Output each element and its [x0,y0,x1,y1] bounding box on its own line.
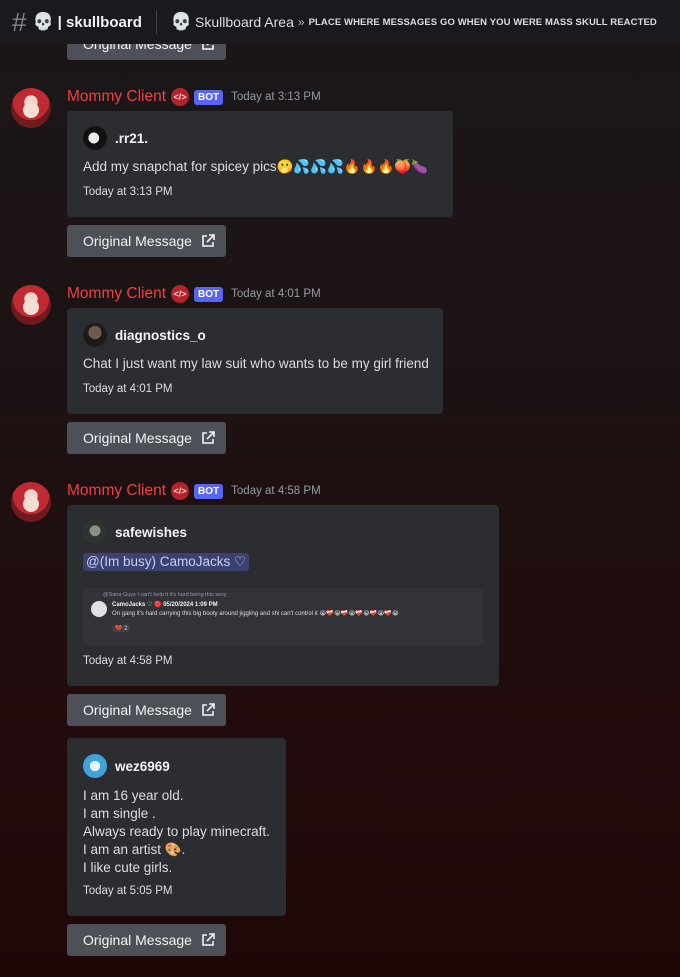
embed-footer: Today at 4:58 PM [83,655,173,667]
embed-author-name[interactable]: safewishes [115,525,187,540]
external-link-icon [202,933,215,946]
embed-author-name[interactable]: .rr21. [115,131,148,146]
embed-author-name[interactable]: wez6969 [115,759,170,774]
button-label: Original Message [83,932,192,948]
embed: wez6969 I am 16 year old. I am single . … [67,738,286,916]
external-link-icon [202,234,215,247]
message-header: Mommy Client </> BOT Today at 4:58 PM [67,482,321,500]
channel-topic[interactable]: PLACE WHERE MESSAGES GO WHEN YOU WERE MA… [309,17,657,28]
embed-text-line: I like cute girls. [83,860,173,875]
embed-text: Chat I just want my law suit who wants t… [83,356,429,371]
embed: .rr21. Add my snapchat for spicey pics🫢💦… [67,111,453,217]
author-name[interactable]: Mommy Client [67,285,166,303]
quoted-message-image[interactable]: @Sana Guys I can't help it it's hard bei… [83,588,483,646]
button-label: Original Message [83,233,192,249]
quoted-reaction: 💔 2 [112,625,131,632]
embed: diagnostics_o Chat I just want my law su… [67,308,443,414]
header-divider [155,10,157,34]
embed-text: Add my snapchat for spicey pics🫢💦💦💦🔥🔥🔥🍑🍆 [83,159,428,174]
embed-footer: Today at 4:01 PM [83,383,173,395]
topic-separator: » [297,15,305,29]
channel-header: # 💀 | skullboard 💀 Skullboard Area » PLA… [0,0,680,44]
skull-icon: 💀 [32,12,54,31]
skull-icon: 💀 [170,12,193,31]
role-icon: </> [171,482,190,500]
embed-author-avatar [83,754,107,778]
role-icon: </> [171,285,190,303]
embed-author-avatar [83,520,107,544]
timestamp: Today at 4:01 PM [231,288,321,300]
quoted-author: CamoJacks ♡ 🔴 05/20/2024 1:09 PM [112,602,218,608]
embed-author: .rr21. [83,126,148,150]
embed-author-name[interactable]: diagnostics_o [115,328,206,343]
embed-author: safewishes [83,520,187,544]
original-message-button[interactable]: Original Message [67,422,226,454]
original-message-button[interactable]: Original Message [67,225,226,257]
button-label: Original Message [83,702,192,718]
embed-footer: Today at 5:05 PM [83,885,173,897]
author-name[interactable]: Mommy Client [67,482,166,500]
embed-footer: Today at 3:13 PM [83,186,173,198]
bot-tag: BOT [194,89,224,105]
message-header: Mommy Client </> BOT Today at 4:01 PM [67,285,321,303]
author-name[interactable]: Mommy Client [67,88,166,106]
button-label: Original Message [83,430,192,446]
embed: safewishes @(Im busy) CamoJacks ♡ @Sana … [67,505,499,686]
avatar[interactable] [11,285,51,325]
quoted-text: On gang it's hard carrying this big boot… [112,611,399,617]
embed-text-line: I am 16 year old. [83,788,184,803]
embed-author-avatar [83,323,107,347]
avatar[interactable] [11,88,51,128]
embed-text-line: I am an artist 🎨. [83,842,186,857]
original-message-button[interactable]: Original Message [67,694,226,726]
quoted-reply-line: @Sana Guys I can't help it it's hard bei… [103,592,227,598]
user-mention[interactable]: @(Im busy) CamoJacks ♡ [83,553,250,571]
bot-tag: BOT [194,286,224,302]
bot-tag: BOT [194,483,224,499]
message-header: Mommy Client </> BOT Today at 3:13 PM [67,88,321,106]
embed-author-avatar [83,126,107,150]
timestamp: Today at 4:58 PM [231,485,321,497]
external-link-icon [202,431,215,444]
embed-text-line: Always ready to play minecraft. [83,824,270,839]
channel-hash-icon: # [12,7,27,37]
embed-author: diagnostics_o [83,323,206,347]
external-link-icon [202,703,215,716]
channel-topic-title[interactable]: Skullboard Area [195,14,294,30]
timestamp: Today at 3:13 PM [231,91,321,103]
avatar[interactable] [11,482,51,522]
role-icon: </> [171,88,190,106]
original-message-button[interactable]: Original Message [67,924,226,956]
channel-name[interactable]: | skullboard [58,14,142,31]
quoted-avatar [91,601,107,617]
embed-text-line: I am single . [83,806,156,821]
embed-text: @(Im busy) CamoJacks ♡ [83,553,250,571]
embed-author: wez6969 [83,754,170,778]
